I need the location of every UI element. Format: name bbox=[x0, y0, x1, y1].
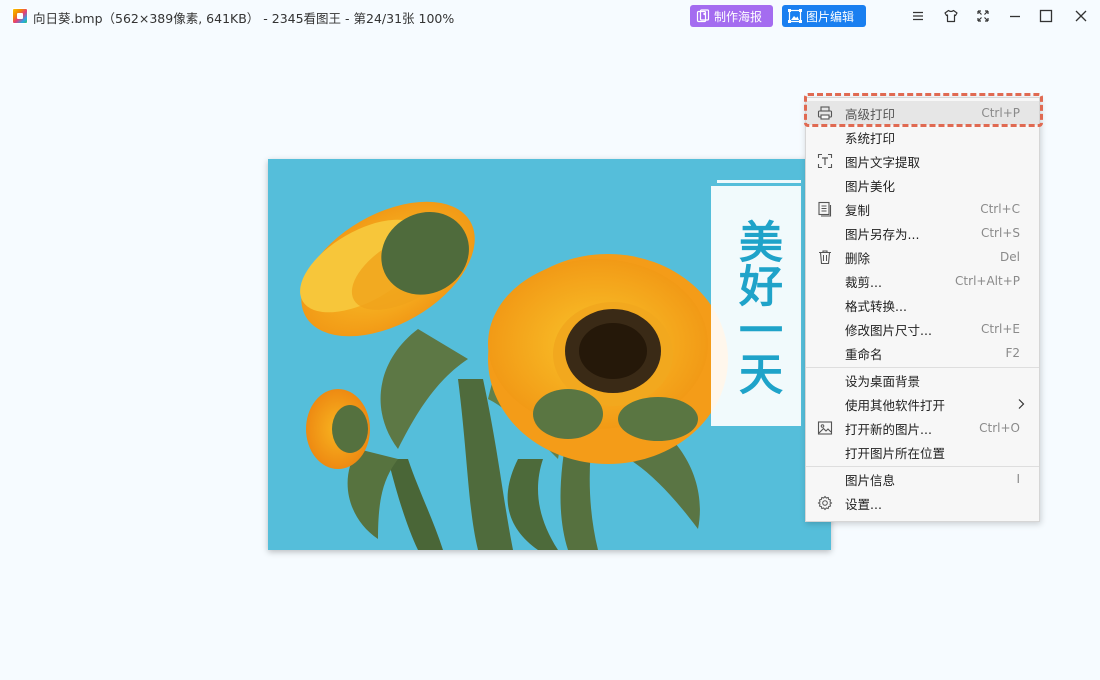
maximize-button[interactable] bbox=[1034, 4, 1058, 28]
overlay-text: 美好一天 bbox=[731, 219, 782, 395]
menu-item-open-location[interactable]: 打开图片所在位置 bbox=[806, 440, 1039, 464]
menu-item-shortcut: Del bbox=[1000, 250, 1020, 264]
menu-item-shortcut: Ctrl+P bbox=[981, 106, 1020, 120]
poster-icon bbox=[696, 9, 710, 23]
image-edit-button[interactable]: 图片编辑 bbox=[782, 5, 866, 27]
menu-item-shortcut: I bbox=[1016, 472, 1020, 486]
fullscreen-button[interactable] bbox=[971, 4, 995, 28]
menu-item-image-info[interactable]: 图片信息 I bbox=[806, 467, 1039, 491]
menu-item-save-as[interactable]: 图片另存为... Ctrl+S bbox=[806, 221, 1039, 245]
window-title: 向日葵.bmp（562×389像素, 641KB） - 2345看图王 - 第2… bbox=[33, 11, 455, 26]
menu-icon bbox=[913, 11, 923, 21]
chevron-right-icon bbox=[1018, 399, 1025, 409]
menu-item-set-wallpaper[interactable]: 设为桌面背景 bbox=[806, 368, 1039, 392]
menu-item-rename[interactable]: 重命名 F2 bbox=[806, 341, 1039, 365]
menu-item-shortcut: Ctrl+O bbox=[979, 421, 1020, 435]
menu-item-label: 设置... bbox=[845, 496, 882, 512]
maximize-icon bbox=[1039, 9, 1053, 23]
skin-button[interactable] bbox=[939, 4, 963, 28]
menu-item-label: 图片美化 bbox=[845, 178, 896, 194]
menu-item-crop[interactable]: 裁剪... Ctrl+Alt+P bbox=[806, 269, 1039, 293]
title-bar: 向日葵.bmp（562×389像素, 641KB） - 2345看图王 - 第2… bbox=[0, 0, 1100, 32]
menu-item-open-with[interactable]: 使用其他软件打开 bbox=[806, 392, 1039, 416]
menu-item-shortcut: Ctrl+S bbox=[980, 226, 1020, 240]
menu-item-label: 系统打印 bbox=[845, 130, 896, 146]
trash-icon bbox=[819, 250, 831, 265]
image-edit-icon bbox=[788, 9, 802, 23]
close-icon bbox=[1075, 10, 1087, 22]
menu-item-label: 删除 bbox=[845, 250, 871, 266]
minimize-button[interactable] bbox=[1003, 4, 1027, 28]
context-menu: 高级打印 Ctrl+P 系统打印 图片文字提取 图片美化 复制 Ctrl+C 图… bbox=[805, 97, 1040, 522]
close-button[interactable] bbox=[1069, 4, 1093, 28]
printer-icon bbox=[817, 106, 833, 120]
menu-item-label: 图片文字提取 bbox=[845, 154, 921, 170]
menu-item-shortcut: F2 bbox=[1005, 346, 1020, 360]
menu-item-system-print[interactable]: 系统打印 bbox=[806, 125, 1039, 149]
app-logo-icon bbox=[12, 8, 28, 24]
menu-item-copy[interactable]: 复制 Ctrl+C bbox=[806, 197, 1039, 221]
menu-item-format-convert[interactable]: 格式转换... bbox=[806, 293, 1039, 317]
main-menu-button[interactable] bbox=[906, 4, 930, 28]
overlay-line bbox=[717, 180, 801, 183]
menu-item-text-extract[interactable]: 图片文字提取 bbox=[806, 149, 1039, 173]
menu-item-beautify[interactable]: 图片美化 bbox=[806, 173, 1039, 197]
menu-item-shortcut: Ctrl+E bbox=[981, 322, 1020, 336]
image-edit-label: 图片编辑 bbox=[806, 9, 855, 24]
gear-icon bbox=[817, 495, 833, 511]
copy-icon bbox=[818, 201, 832, 217]
menu-item-label: 图片另存为... bbox=[845, 226, 920, 242]
menu-item-label: 高级打印 bbox=[845, 106, 896, 122]
menu-item-resize[interactable]: 修改图片尺寸... Ctrl+E bbox=[806, 317, 1039, 341]
menu-item-label: 复制 bbox=[845, 202, 871, 218]
fullscreen-icon bbox=[977, 10, 989, 22]
menu-item-advanced-print[interactable]: 高级打印 Ctrl+P bbox=[806, 101, 1039, 125]
menu-item-label: 重命名 bbox=[845, 346, 883, 362]
make-poster-label: 制作海报 bbox=[714, 9, 763, 24]
menu-item-label: 打开图片所在位置 bbox=[845, 445, 946, 461]
menu-item-shortcut: Ctrl+C bbox=[980, 202, 1020, 216]
minimize-icon bbox=[1010, 15, 1020, 18]
menu-item-label: 裁剪... bbox=[845, 274, 882, 290]
menu-item-label: 设为桌面背景 bbox=[845, 373, 921, 389]
menu-item-label: 修改图片尺寸... bbox=[845, 322, 932, 338]
menu-item-label: 格式转换... bbox=[845, 298, 907, 314]
menu-item-label: 图片信息 bbox=[845, 472, 896, 488]
photo-canvas[interactable]: 美好一天 bbox=[268, 159, 831, 550]
menu-item-label: 打开新的图片... bbox=[845, 421, 932, 437]
text-extract-icon bbox=[817, 153, 833, 169]
menu-item-settings[interactable]: 设置... bbox=[806, 491, 1039, 515]
menu-item-open-new-image[interactable]: 打开新的图片... Ctrl+O bbox=[806, 416, 1039, 440]
menu-item-label: 使用其他软件打开 bbox=[845, 397, 946, 413]
menu-item-shortcut: Ctrl+Alt+P bbox=[955, 274, 1020, 288]
image-icon bbox=[817, 421, 833, 435]
make-poster-button[interactable]: 制作海报 bbox=[690, 5, 773, 27]
menu-item-delete[interactable]: 删除 Del bbox=[806, 245, 1039, 269]
skin-icon bbox=[944, 9, 958, 23]
